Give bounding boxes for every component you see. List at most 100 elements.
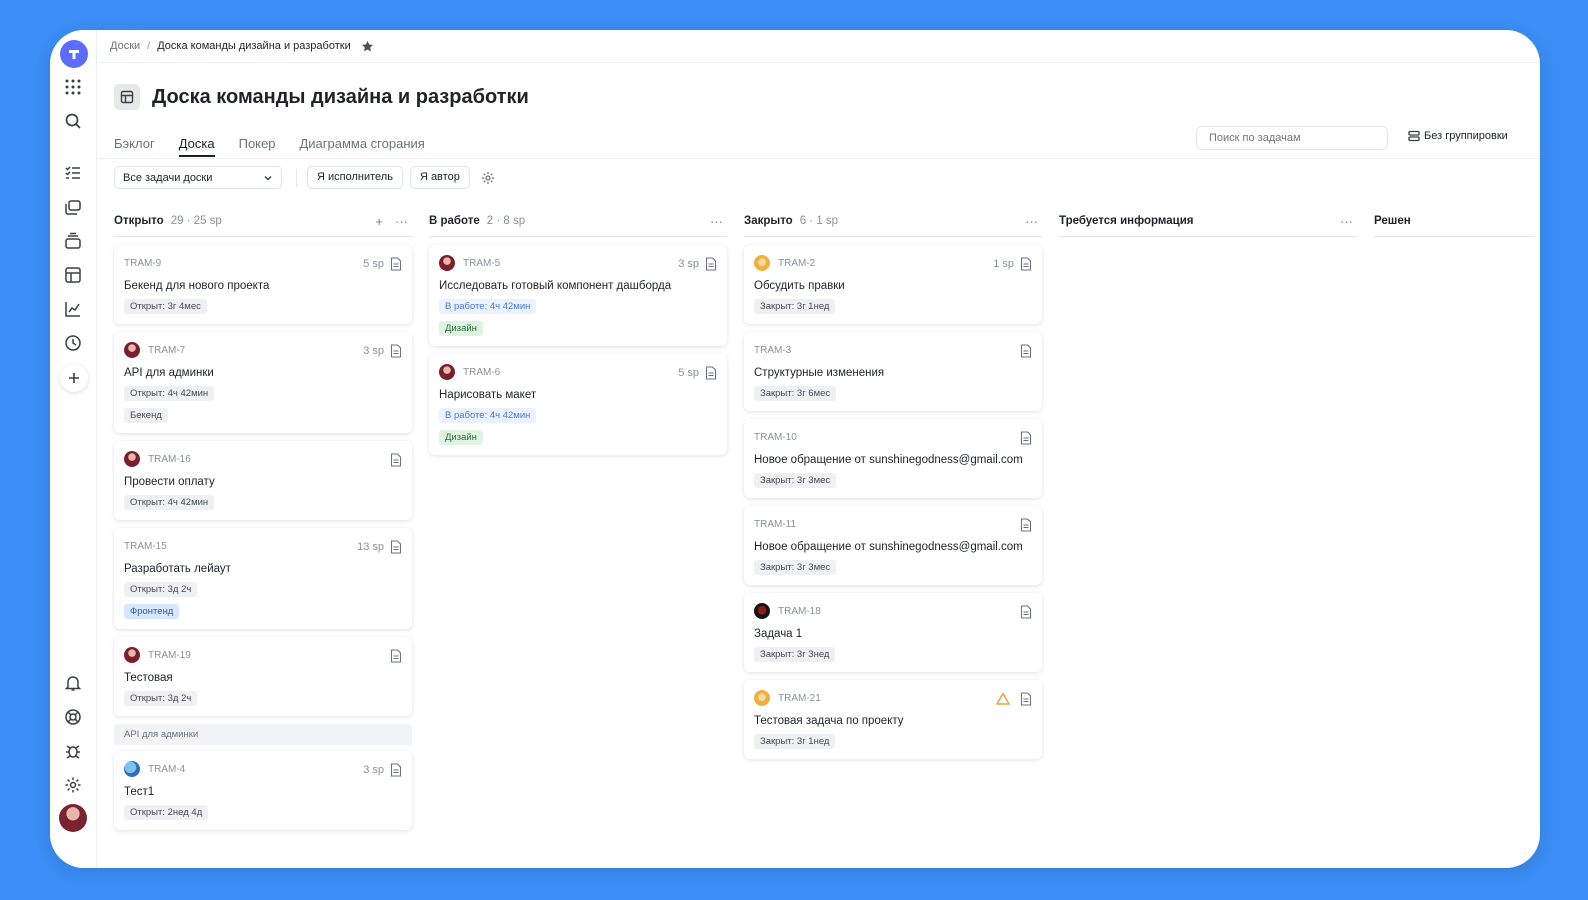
task-key[interactable]: TRAM-5	[463, 258, 500, 269]
task-key[interactable]: TRAM-11	[754, 519, 796, 530]
document-icon	[1020, 605, 1032, 619]
assignee-avatar	[124, 647, 140, 663]
document-icon	[1020, 257, 1032, 271]
status-badge: Бекенд	[124, 408, 168, 423]
boards-icon[interactable]	[58, 260, 88, 290]
card-header: TRAM-2	[754, 255, 1032, 271]
projects-icon[interactable]	[58, 226, 88, 256]
dashboards-chart-icon[interactable]	[58, 294, 88, 324]
task-card[interactable]: TRAM-3 Структурные изменения Закрыт: 3г 6м…	[744, 332, 1042, 411]
task-key[interactable]: TRAM-16	[148, 454, 191, 465]
column-actions: ···	[1025, 214, 1038, 229]
add-task-plus-icon[interactable]: +	[375, 214, 383, 229]
settings-gear-icon[interactable]	[58, 770, 88, 800]
status-badge: Открыт: 4ч 42мин	[124, 495, 215, 510]
task-key[interactable]: TRAM-15	[124, 541, 167, 552]
document-icon	[705, 257, 717, 271]
task-key[interactable]: TRAM-18	[778, 606, 821, 617]
task-filter-select[interactable]: Все задачи доски	[114, 166, 282, 189]
task-card[interactable]: TRAM-9 5 sp Бекенд для нового проекта Откры…	[114, 245, 412, 324]
task-card[interactable]: TRAM-18 Задача 1 Закрыт: 3г 3нед	[744, 593, 1042, 672]
task-title: Задача 1	[754, 628, 803, 640]
task-title: Тестовая задача по проекту	[754, 715, 904, 727]
task-key[interactable]: TRAM-2	[778, 258, 815, 269]
card-header: TRAM-5	[439, 255, 717, 271]
task-key[interactable]: TRAM-9	[124, 258, 161, 269]
chevron-down-icon	[264, 175, 272, 180]
task-title: Исследовать готовый компонент дашборда	[439, 280, 672, 292]
story-points: 5 sp	[678, 367, 699, 379]
board-column: В работе 2 · 8 sp ··· TRAM-5 3 sp Исследовать…	[429, 206, 727, 463]
more-menu-icon[interactable]: ···	[710, 214, 723, 229]
author-me-button[interactable]: Я автор	[409, 166, 470, 189]
task-card[interactable]: TRAM-7 3 sp API для админки Открыт: 4ч 42ми…	[114, 332, 412, 433]
sidebar	[50, 30, 97, 868]
column-stats: 6 · 1 sp	[799, 215, 839, 227]
notifications-bell-icon[interactable]	[58, 668, 88, 698]
task-card[interactable]: TRAM-16 Провести оплату Открыт: 4ч 42мин	[114, 441, 412, 520]
story-points: 1 sp	[993, 258, 1014, 270]
task-card[interactable]: TRAM-6 5 sp Нарисовать макет В работе: 4ч 4…	[429, 354, 727, 455]
status-badge: В работе: 4ч 42мин	[439, 408, 537, 423]
task-key[interactable]: TRAM-7	[148, 345, 185, 356]
more-menu-icon[interactable]: ···	[395, 214, 408, 229]
tab-burndown[interactable]: Диаграмма сгорания	[299, 136, 424, 157]
history-clock-icon[interactable]	[58, 328, 88, 358]
status-badge: Закрыт: 3г 1нед	[754, 299, 836, 314]
task-title: Тест1	[124, 786, 155, 798]
swimlane-label: API для админки	[114, 724, 412, 745]
task-key[interactable]: TRAM-10	[754, 432, 797, 443]
more-menu-icon[interactable]: ···	[1025, 214, 1038, 229]
tracker-logo-icon[interactable]	[60, 40, 88, 68]
breadcrumb: Доски / Доска команды дизайна и разработ…	[96, 30, 1540, 63]
task-card[interactable]: TRAM-5 3 sp Исследовать готовый компонент …	[429, 245, 727, 346]
task-card[interactable]: TRAM-15 13 sp Разработать лейаут Открыт: 3д…	[114, 528, 412, 629]
task-key[interactable]: TRAM-19	[148, 650, 191, 661]
grouping-button[interactable]: Без группировки	[1408, 130, 1508, 142]
support-lifebuoy-icon[interactable]	[58, 702, 88, 732]
tab-poker[interactable]: Покер	[239, 136, 276, 157]
status-badge: В работе: 4ч 42мин	[439, 299, 537, 314]
task-card[interactable]: TRAM-4 3 sp Тест1 Открыт: 2нед 4д	[114, 751, 412, 830]
card-header: TRAM-21	[754, 690, 1032, 706]
document-icon	[390, 649, 402, 663]
create-plus-icon[interactable]	[60, 364, 88, 392]
more-menu-icon[interactable]: ···	[1340, 214, 1353, 229]
assignee-me-button[interactable]: Я исполнитель	[307, 166, 403, 189]
task-search-input[interactable]	[1196, 126, 1388, 150]
card-header: TRAM-4	[124, 761, 402, 777]
user-avatar[interactable]	[59, 804, 87, 832]
card-header: TRAM-6	[439, 364, 717, 380]
task-key[interactable]: TRAM-6	[463, 367, 500, 378]
search-icon[interactable]	[58, 106, 88, 136]
favorite-star-icon[interactable]	[361, 40, 374, 53]
page-title: Доска команды дизайна и разработки	[152, 85, 529, 108]
document-icon	[390, 453, 402, 467]
column-title: Требуется информация	[1059, 215, 1194, 227]
column-stats: 29 · 25 sp	[170, 215, 222, 227]
task-key[interactable]: TRAM-3	[754, 345, 791, 356]
story-points: 3 sp	[363, 345, 384, 357]
task-card[interactable]: TRAM-21 Тестовая задача по проекту Закрыт:…	[744, 680, 1042, 759]
task-card[interactable]: TRAM-10 Новое обращение от sunshinegodnes…	[744, 419, 1042, 498]
breadcrumb-boards-link[interactable]: Доски	[110, 40, 140, 52]
board-icon	[114, 84, 140, 110]
document-icon	[1020, 431, 1032, 445]
assignee-avatar	[124, 451, 140, 467]
task-card[interactable]: TRAM-19 Тестовая Открыт: 3д 2ч	[114, 637, 412, 716]
tab-board[interactable]: Доска	[178, 136, 215, 157]
task-key[interactable]: TRAM-4	[148, 764, 185, 775]
card-header: TRAM-19	[124, 647, 402, 663]
apps-grid-icon[interactable]	[58, 72, 88, 102]
task-card[interactable]: TRAM-11 Новое обращение от sunshinegodnes…	[744, 506, 1042, 585]
board-column: Открыто 29 · 25 sp + ··· TRAM-9 5 sp Бекенд дл…	[114, 206, 412, 838]
task-card[interactable]: TRAM-2 1 sp Обсудить правки Закрыт: 3г 1нед	[744, 245, 1042, 324]
filters-divider	[296, 168, 297, 187]
board-settings-gear-icon[interactable]	[481, 171, 495, 185]
task-title: Новое обращение от sunshinegodness@gmail…	[754, 541, 1023, 553]
tasks-list-icon[interactable]	[58, 158, 88, 188]
bug-report-icon[interactable]	[58, 736, 88, 766]
queues-icon[interactable]	[58, 192, 88, 222]
task-key[interactable]: TRAM-21	[778, 693, 821, 704]
tab-backlog[interactable]: Бэклог	[114, 136, 155, 157]
